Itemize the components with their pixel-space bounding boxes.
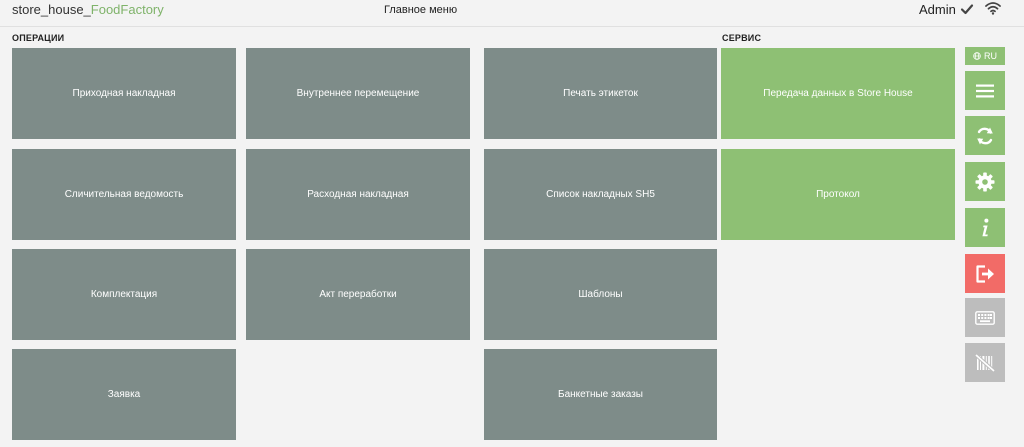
page-title: Главное меню <box>384 4 458 16</box>
barcode-scanner-button[interactable] <box>965 343 1005 382</box>
tile-data-transfer[interactable]: Передача данных в Store House <box>721 48 955 139</box>
globe-icon <box>973 52 981 60</box>
sync-icon <box>977 127 993 144</box>
tile-inventory-statement[interactable]: Сличительная ведомость <box>12 149 236 240</box>
logout-button[interactable] <box>965 254 1005 293</box>
section-service-label: СЕРВИС <box>722 33 762 43</box>
tile-request[interactable]: Заявка <box>12 349 236 440</box>
logout-icon <box>976 264 994 283</box>
tile-banquet-orders[interactable]: Банкетные заказы <box>484 349 717 440</box>
tile-internal-transfer[interactable]: Внутреннее перемещение <box>246 48 470 139</box>
tile-processing-act[interactable]: Акт переработки <box>246 249 470 340</box>
barcode-off-icon <box>974 353 996 372</box>
tile-assembly[interactable]: Комплектация <box>12 249 236 340</box>
sync-button[interactable] <box>965 116 1005 155</box>
user-name: Admin <box>919 2 956 17</box>
settings-button[interactable] <box>965 162 1005 201</box>
top-bar: store_house_FoodFactory Главное меню Adm… <box>0 0 1024 27</box>
tile-incoming-invoice[interactable]: Приходная накладная <box>12 48 236 139</box>
gear-icon <box>975 172 995 191</box>
tile-templates[interactable]: Шаблоны <box>484 249 717 340</box>
menu-button[interactable] <box>965 71 1005 110</box>
keyboard-icon <box>975 310 995 325</box>
language-button[interactable]: RU <box>965 47 1005 65</box>
app-title-accent: FoodFactory <box>90 2 164 17</box>
check-icon <box>960 4 974 15</box>
keyboard-button[interactable] <box>965 298 1005 337</box>
wifi-icon <box>985 2 1001 15</box>
section-operations-label: ОПЕРАЦИИ <box>12 33 65 43</box>
menu-icon <box>976 84 994 97</box>
app-title-main: store_house_ <box>12 2 91 17</box>
info-icon <box>982 218 989 236</box>
app-title: store_house_FoodFactory <box>12 2 164 17</box>
info-button[interactable] <box>965 208 1005 247</box>
tile-print-labels[interactable]: Печать этикеток <box>484 48 717 139</box>
tile-sh5-invoice-list[interactable]: Список накладных SH5 <box>484 149 717 240</box>
tile-outgoing-invoice[interactable]: Расходная накладная <box>246 149 470 240</box>
tile-protocol[interactable]: Протокол <box>721 149 955 240</box>
language-label: RU <box>984 51 997 61</box>
